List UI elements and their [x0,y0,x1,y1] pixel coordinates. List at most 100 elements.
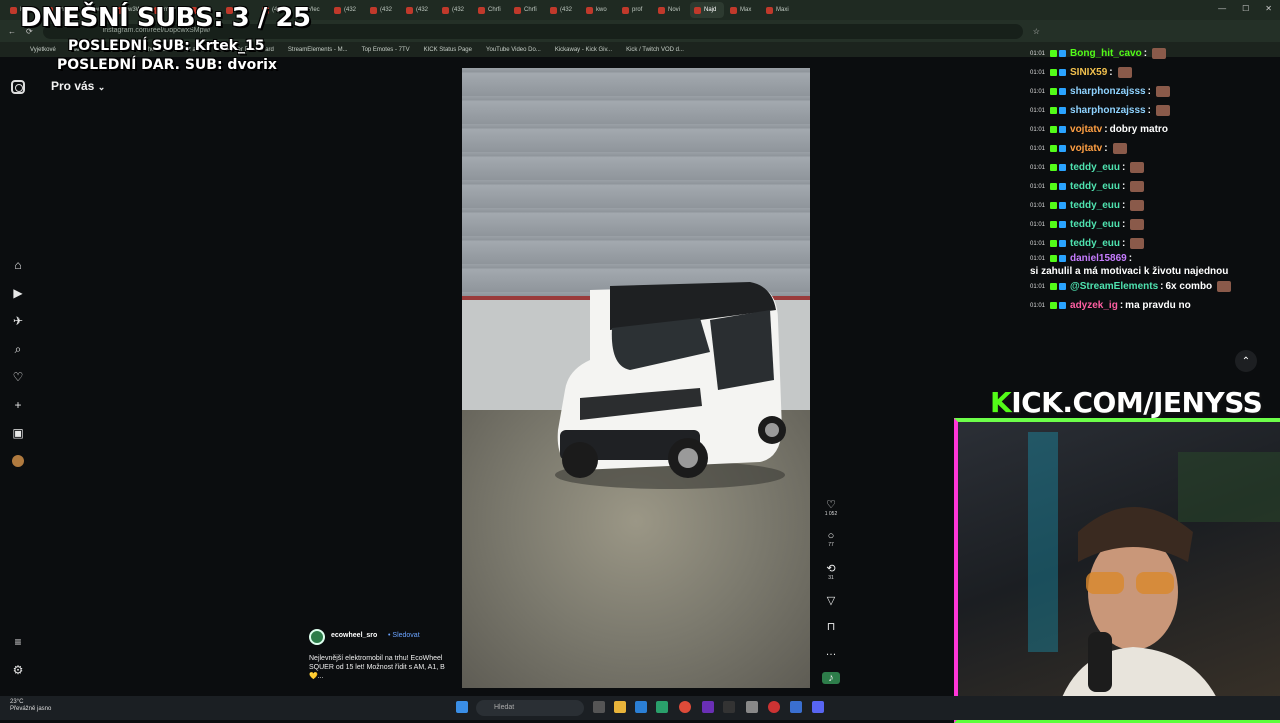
dashboard-icon[interactable]: ▣ [9,424,27,442]
share-button[interactable]: ▽ [822,594,840,607]
chat-username[interactable]: teddy_euu [1070,238,1120,249]
chat-username[interactable]: sharphonzajsss [1070,86,1146,97]
browser-tab[interactable]: (432 [438,2,472,18]
app3-icon[interactable] [746,701,758,713]
tab-label: (432 [560,7,573,13]
chat-text: 6x combo [1165,281,1213,292]
browser-tab[interactable]: (432 [330,2,364,18]
author-name[interactable]: ecowheel_sro [331,632,377,639]
scroll-up-button[interactable]: ⌃ [1235,350,1257,372]
save-button[interactable]: ⊓ [822,620,840,633]
app2-icon[interactable] [723,701,735,713]
chat-username[interactable]: teddy_euu [1070,200,1120,211]
create-icon[interactable]: + [9,396,27,414]
home-icon[interactable]: ⌂ [9,256,27,274]
browser-tab[interactable]: (432 [402,2,436,18]
comment-button[interactable]: ○ 77 [822,530,840,548]
star-icon[interactable]: ☆ [1033,27,1040,36]
author-avatar[interactable] [309,629,325,645]
maximize-icon[interactable]: ☐ [1242,4,1249,13]
browser-tab[interactable]: kwo [582,2,616,18]
chat-username[interactable]: vojtatv [1070,143,1102,154]
chat-timestamp: 01:01 [1030,283,1046,290]
tab-label: (432 [344,7,357,13]
search-icon[interactable]: ⌕ [9,340,27,358]
chat-username[interactable]: daniel15869 [1070,253,1127,264]
browser-tab[interactable]: (432 [546,2,580,18]
start-icon[interactable] [456,701,468,713]
audio-button[interactable]: ♪ [822,672,840,684]
chat-message: 01:01 sharphonzajsss : [1030,101,1250,120]
chat-username[interactable]: teddy_euu [1070,181,1120,192]
bookmark-link[interactable]: StreamElements - M... [288,47,348,53]
like-button[interactable]: ♡ 1 052 [822,498,840,517]
bookmark-link[interactable]: Kick / Twitch VOD d... [626,47,684,53]
browser-tab[interactable]: Maxi [762,2,796,18]
chat-badge-icon [1050,88,1058,95]
taskview-icon[interactable] [593,701,605,713]
chat-message: 01:01 sharphonzajsss : [1030,82,1250,101]
explorer-icon[interactable] [614,701,626,713]
chat-username[interactable]: @StreamElements [1070,281,1158,292]
bookmark-link[interactable]: Vyjetkové [30,47,56,53]
bookmark-link[interactable]: Top Emotes - 7TV [362,47,410,53]
edge-icon[interactable] [635,701,647,713]
tab-favicon-icon [766,6,773,14]
feed-selector[interactable]: Pro vás ⌄ [51,79,105,93]
bookmark-link[interactable]: Kickaway - Kick Giv... [555,47,612,53]
chat-username[interactable]: sharphonzajsss [1070,105,1146,116]
chat-timestamp: 01:01 [1030,183,1046,190]
chrome-icon[interactable] [679,701,691,713]
app4-icon[interactable] [768,701,780,713]
weather-widget[interactable]: 23°C Převážně jasno [10,699,51,713]
browser-tab[interactable]: Najd [690,2,724,18]
chat-separator: : [1143,48,1148,59]
back-icon[interactable]: ← [8,27,16,36]
chat-badge-icon [1050,302,1058,309]
bookmark-link[interactable]: YouTube Video Do... [486,47,541,53]
browser-tab[interactable]: (432 [366,2,400,18]
close-icon[interactable]: ✕ [1265,4,1272,13]
chat-separator: : [1109,67,1113,78]
follow-button[interactable]: • Sledovat [388,632,420,639]
profile-avatar[interactable] [9,452,27,470]
chat-message: 01:01 Bong_hit_cavo : [1030,44,1250,63]
browser-tab[interactable]: Novi [654,2,688,18]
browser-tab[interactable]: prof [618,2,652,18]
comment-count: 77 [828,542,834,548]
chat-username[interactable]: SINIX59 [1070,67,1107,78]
taskbar-search[interactable]: Hledat [476,700,584,716]
app-icon[interactable] [656,701,668,713]
reel-video[interactable] [462,68,810,688]
messages-icon[interactable]: ✈ [9,312,27,330]
chat-badge-icon [1050,126,1058,133]
obs-icon[interactable] [702,701,714,713]
chat-username[interactable]: teddy_euu [1070,162,1120,173]
browser-tab[interactable]: Max [726,2,760,18]
reels-icon[interactable]: ▶ [9,284,27,302]
webcam-person [1028,432,1280,719]
kick-url-banner: KICK.COM/JENYSS [990,386,1263,419]
chat-separator: : [1147,86,1151,97]
threads-icon[interactable]: ⚙ [9,661,27,679]
chat-username[interactable]: vojtatv [1070,124,1102,135]
discord-icon[interactable] [812,701,824,713]
chat-username[interactable]: teddy_euu [1070,219,1120,230]
chat-emote-icon [1130,181,1145,192]
menu-icon[interactable]: ≡ [9,633,27,651]
instagram-logo-icon[interactable] [11,80,25,94]
chat-message: 01:01 teddy_euu : [1030,158,1250,177]
share-icon: ▽ [826,595,836,607]
tab-favicon-icon [10,6,17,14]
bookmark-link[interactable]: KICK Status Page [424,47,472,53]
repost-button[interactable]: ⟲ 31 [822,562,840,581]
tab-favicon-icon [730,6,737,14]
chat-username[interactable]: adyzek_ig [1070,300,1118,311]
notifications-icon[interactable]: ♡ [9,368,27,386]
browser-tab[interactable]: Chrfi [474,2,508,18]
minimize-icon[interactable]: — [1218,4,1226,13]
app5-icon[interactable] [790,701,802,713]
more-button[interactable]: … [822,646,840,658]
chat-username[interactable]: Bong_hit_cavo [1070,48,1142,59]
browser-tab[interactable]: Chrfi [510,2,544,18]
